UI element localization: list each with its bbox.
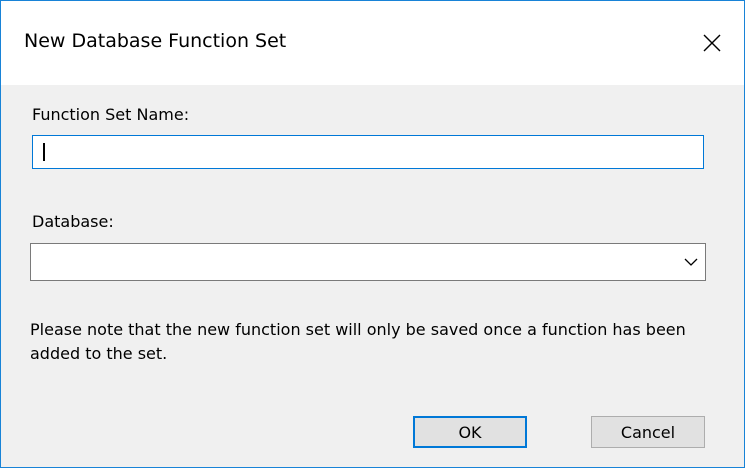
function-set-name-label: Function Set Name: [32,105,190,124]
title-bar[interactable]: New Database Function Set [1,1,744,85]
database-label: Database: [32,212,114,231]
save-note-text: Please note that the new function set wi… [30,320,686,363]
text-caret [43,143,45,161]
dialog-body: Function Set Name: Database: Please note… [1,85,744,467]
ok-button[interactable]: OK [413,416,527,448]
cancel-button[interactable]: Cancel [591,416,705,448]
database-dropdown[interactable] [30,243,706,281]
dialog-title: New Database Function Set [24,30,287,52]
function-set-name-input[interactable] [32,135,704,169]
close-icon [703,34,721,52]
new-database-function-set-dialog: New Database Function Set Function Set N… [0,0,745,468]
close-button[interactable] [680,1,744,85]
chevron-down-icon[interactable] [683,254,699,270]
